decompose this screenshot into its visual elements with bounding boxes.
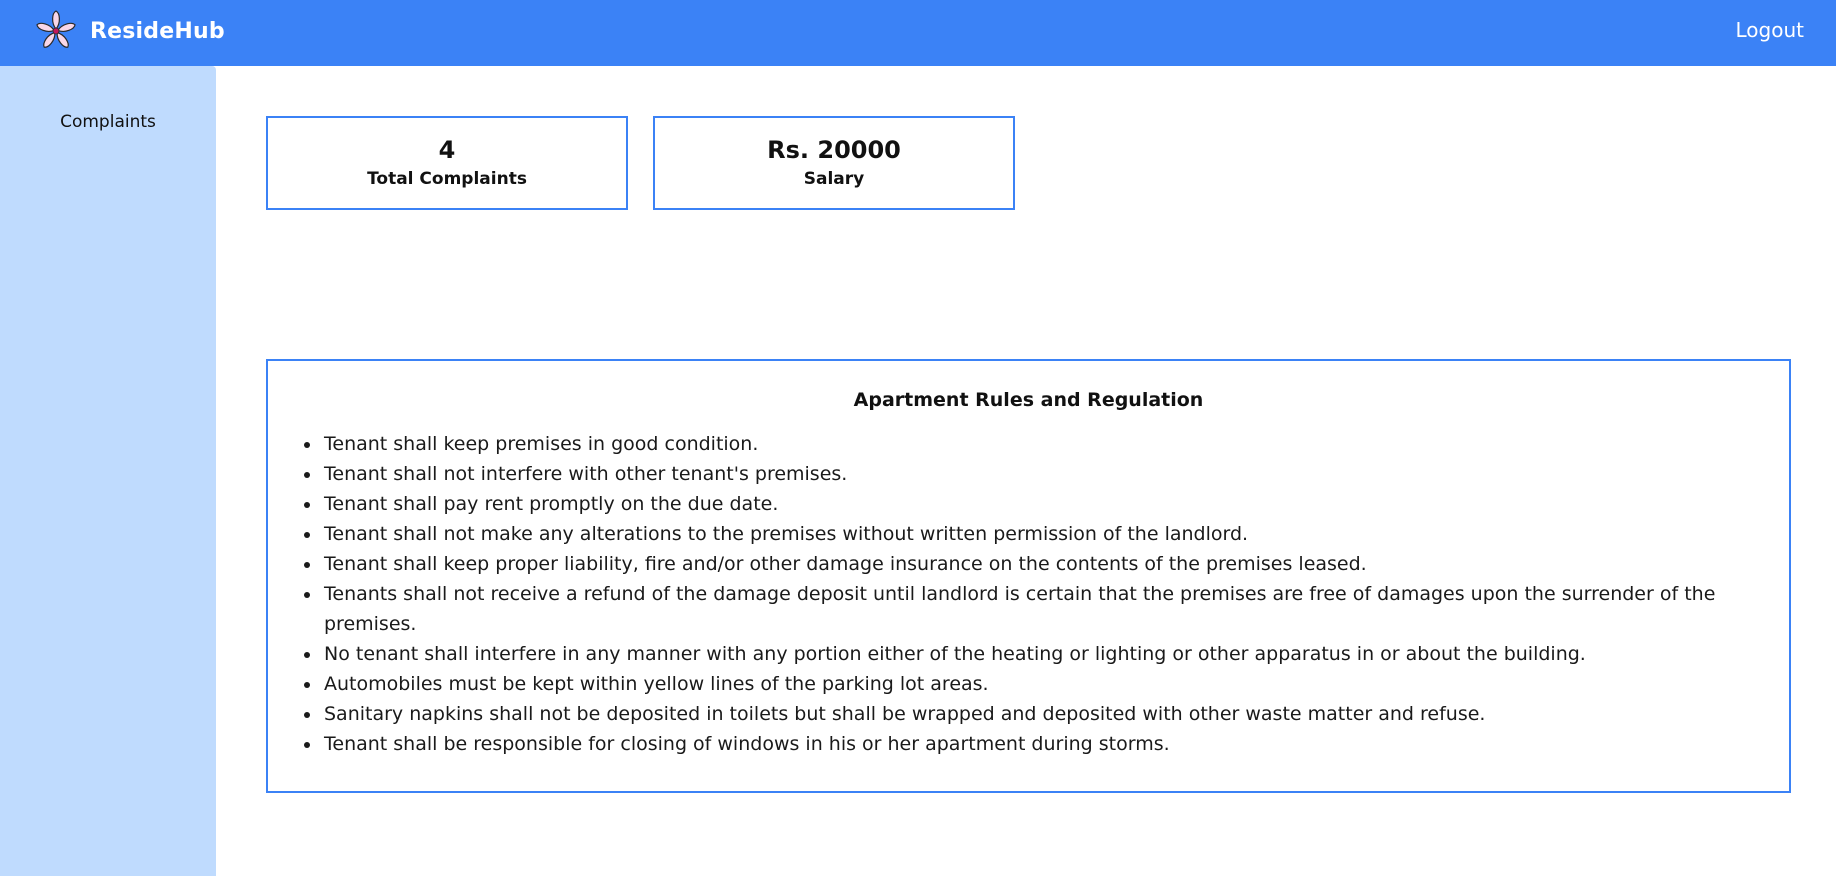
rule-item: Tenant shall keep proper liability, fire… [304, 549, 1734, 579]
salary-label: Salary [803, 169, 865, 189]
brand-name: ResideHub [90, 18, 225, 44]
rule-item: No tenant shall interfere in any manner … [304, 639, 1734, 669]
total-complaints-value: 4 [438, 136, 456, 164]
salary-card: Rs. 20000 Salary [653, 116, 1015, 210]
flower-logo-icon [36, 10, 76, 48]
sidebar: Complaints [0, 66, 216, 876]
rule-item: Tenant shall keep premises in good condi… [304, 429, 1734, 459]
rule-item: Tenants shall not receive a refund of th… [304, 579, 1734, 639]
rule-item: Tenant shall pay rent promptly on the du… [304, 489, 1734, 519]
rules-panel: Apartment Rules and Regulation Tenant sh… [266, 359, 1791, 793]
rule-item: Tenant shall not interfere with other te… [304, 459, 1734, 489]
salary-value: Rs. 20000 [767, 136, 901, 164]
rule-item: Sanitary napkins shall not be deposited … [304, 699, 1734, 729]
rule-item: Tenant shall be responsible for closing … [304, 729, 1734, 759]
brand-home-link[interactable]: ResideHub [34, 9, 225, 53]
total-complaints-card: 4 Total Complaints [266, 116, 628, 210]
rule-item: Tenant shall not make any alterations to… [304, 519, 1734, 549]
sidebar-item-complaints[interactable]: Complaints [0, 112, 216, 132]
rules-list: Tenant shall keep premises in good condi… [304, 429, 1734, 759]
logout-button[interactable]: Logout [1736, 18, 1804, 42]
top-navbar: ResideHub Logout [0, 0, 1836, 66]
rule-item: Automobiles must be kept within yellow l… [304, 669, 1734, 699]
total-complaints-label: Total Complaints [367, 169, 527, 189]
rules-title: Apartment Rules and Regulation [853, 389, 1204, 411]
